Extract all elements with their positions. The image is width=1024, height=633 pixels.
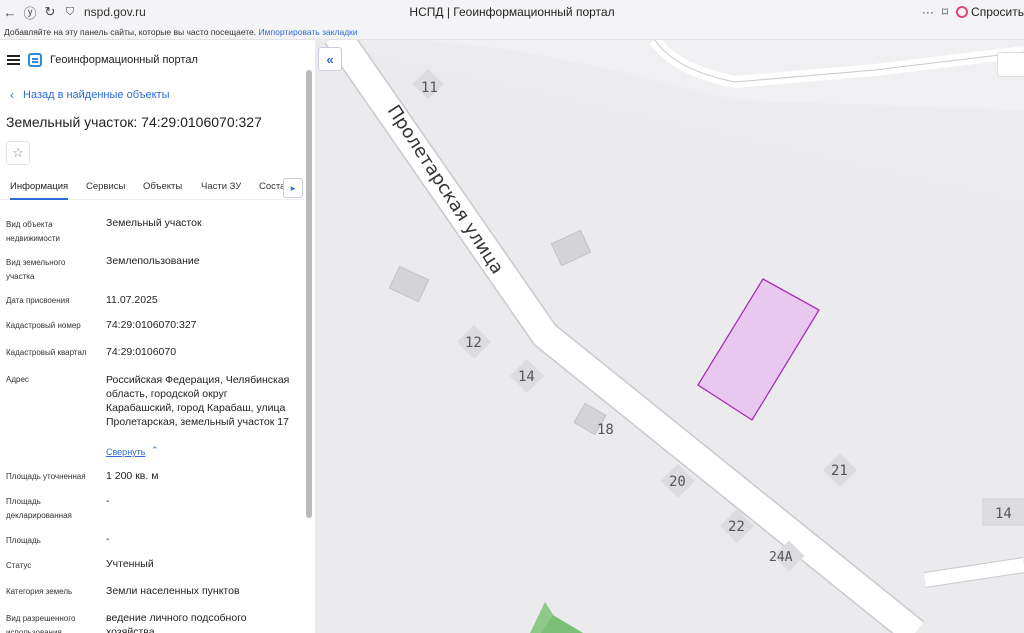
prop-value: 74:29:0106070:327: [106, 319, 197, 331]
yandex-icon[interactable]: ⓨ: [20, 3, 40, 22]
ask-label: Спросить: [971, 5, 1024, 19]
prop-label: Площадь декларированная: [6, 497, 72, 520]
tab-objects[interactable]: Объекты: [143, 181, 182, 192]
prop-value: 11.07.2025: [106, 294, 158, 306]
chevron-left-icon: ‹: [10, 88, 14, 102]
house-number: 12: [465, 335, 482, 351]
prop-value: -: [106, 495, 110, 507]
prop-label: Площадь: [6, 536, 41, 545]
map-canvas[interactable]: Пролетарская улица 11 12 14 18 20 21 22 …: [315, 40, 1024, 633]
prop-value: 1 200 кв. м: [106, 470, 159, 482]
menu-icon[interactable]: [7, 55, 20, 65]
house-number: 11: [421, 80, 438, 96]
tab-parts[interactable]: Части ЗУ: [201, 181, 241, 192]
chevron-up-icon[interactable]: ⌃: [151, 445, 159, 456]
tab-services[interactable]: Сервисы: [86, 181, 125, 192]
bookmarks-bar: Добавляйте на эту панель сайты, которые …: [0, 24, 1024, 40]
prop-label: Статус: [6, 561, 32, 570]
address-value: Российская Федерация, Челябинская област…: [106, 374, 290, 428]
house-number: 21: [831, 463, 848, 479]
favorite-star-icon[interactable]: ☆: [6, 141, 30, 165]
tab-composition[interactable]: Соста: [259, 181, 285, 192]
house-number: 14: [995, 506, 1012, 522]
ask-button[interactable]: Спросить: [956, 5, 1024, 19]
prop-label: Кадастровый квартал: [6, 348, 87, 357]
collapse-sidebar-icon[interactable]: «: [318, 47, 342, 71]
house-number: 22: [728, 519, 745, 535]
collapse-address-link[interactable]: Свернуть: [106, 447, 145, 457]
map-zone: [315, 40, 1024, 633]
prop-label: Вид земельного участка: [6, 258, 66, 281]
tabs-scroll-right-icon[interactable]: ▸: [283, 178, 303, 198]
prop-value: Учтенный: [106, 558, 154, 570]
info-sidebar: Геоинформационный портал ‹ Назад в найде…: [0, 40, 315, 633]
bookmark-icon[interactable]: ⌑: [942, 5, 948, 19]
browser-right-controls: ··· ⌑ Спросить: [922, 0, 1024, 24]
map-control-button[interactable]: [997, 52, 1024, 77]
prop-value: Земельный участок: [106, 217, 202, 229]
browser-toolbar: ← ⓨ ↻ ⛉ nspd.gov.ru: [0, 0, 1024, 24]
shield-icon[interactable]: ⛉: [60, 6, 80, 19]
prop-value: -: [106, 533, 110, 545]
tab-bar: Информация Сервисы Объекты Части ЗУ Сост…: [0, 178, 305, 200]
back-to-results-link[interactable]: ‹ Назад в найденные объекты: [10, 88, 170, 102]
house-number: 14: [518, 369, 535, 385]
prop-label: Вид объекта недвижимости: [6, 220, 60, 243]
app-header: Геоинформационный портал: [0, 40, 315, 80]
prop-label: Категория земель: [6, 587, 73, 596]
more-icon[interactable]: ···: [922, 5, 934, 19]
sidebar-scrollbar[interactable]: [306, 70, 312, 518]
house-number: 20: [669, 474, 686, 490]
alice-icon: [956, 6, 969, 18]
app-title: Геоинформационный портал: [50, 54, 198, 66]
address-bar[interactable]: nspd.gov.ru: [84, 5, 146, 19]
house-number: 24А: [769, 550, 793, 565]
tab-info[interactable]: Информация: [10, 181, 69, 200]
prop-value: Землепользование: [106, 255, 200, 267]
map-view[interactable]: Пролетарская улица 11 12 14 18 20 21 22 …: [315, 40, 1024, 633]
back-link-label: Назад в найденные объекты: [23, 89, 170, 101]
prop-label: Дата присвоения: [6, 296, 70, 305]
prop-label: Вид разрешенного использования: [6, 614, 76, 633]
portal-logo-icon: [28, 53, 42, 67]
prop-label: Кадастровый номер: [6, 321, 81, 330]
import-bookmarks-link[interactable]: Импортировать закладки: [259, 27, 358, 37]
prop-value: ведение личного подсобного хозяйства: [106, 612, 247, 633]
reload-icon[interactable]: ↻: [40, 4, 60, 20]
house-number: 18: [597, 422, 614, 438]
prop-value: Земли населенных пунктов: [106, 585, 240, 597]
bookmarks-hint: Добавляйте на эту панель сайты, которые …: [4, 27, 257, 37]
page-title: Земельный участок: 74:29:0106070:327: [6, 114, 262, 130]
prop-label: Адрес: [6, 375, 29, 384]
prop-label: Площадь уточненная: [6, 472, 86, 481]
prop-value: 74:29:0106070: [106, 346, 177, 358]
back-arrow-icon[interactable]: ←: [0, 5, 20, 20]
